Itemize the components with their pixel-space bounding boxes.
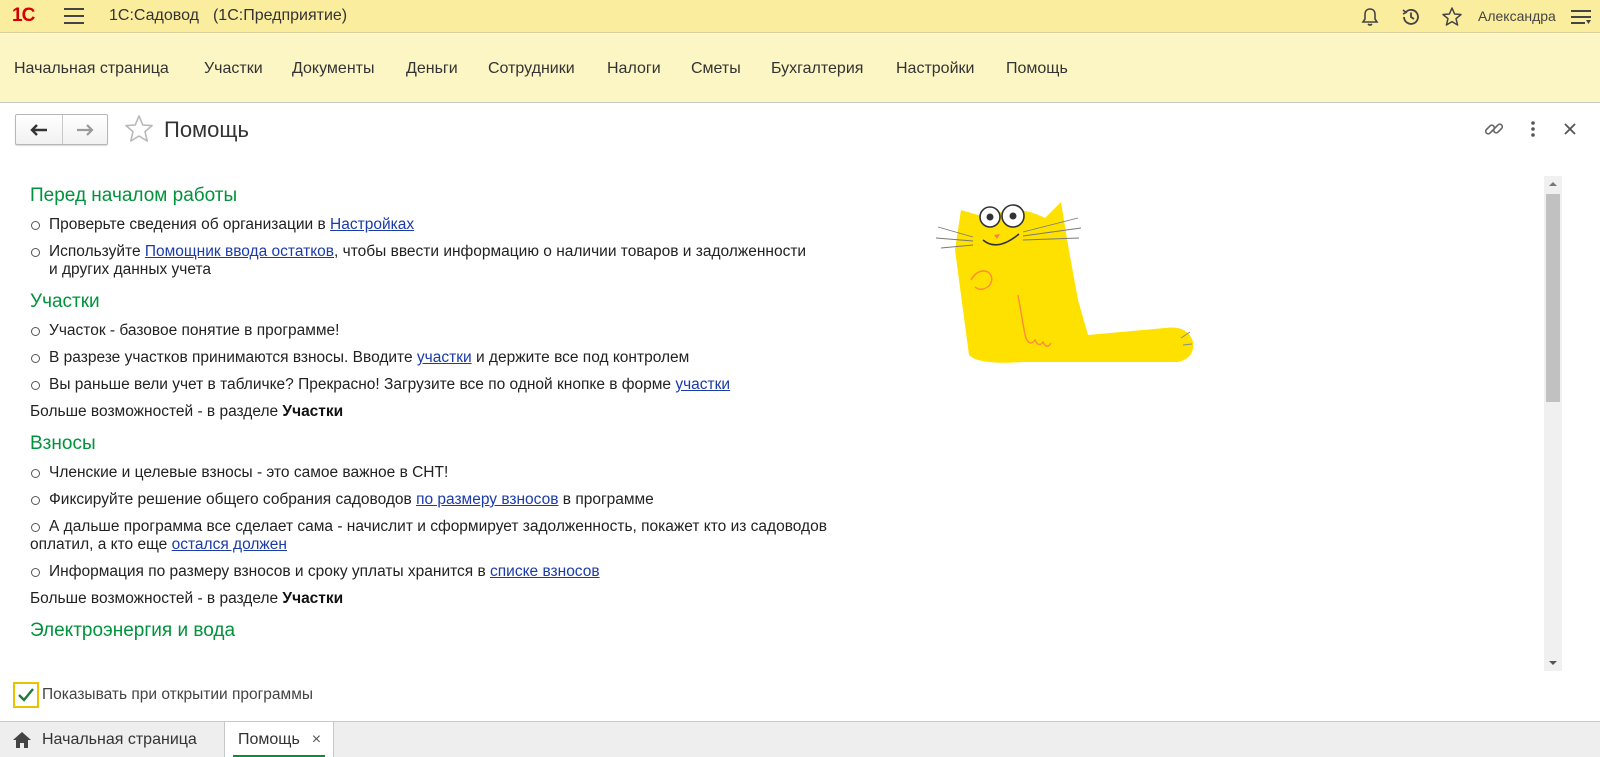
section-money[interactable]: Деньги <box>406 60 458 78</box>
fees-list: Членские и целевые взносы - это самое ва… <box>30 464 900 581</box>
more-section-name: Участки <box>282 590 344 607</box>
list-item-text: В разрезе участков принимаются взносы. В… <box>49 349 417 366</box>
section-taxes[interactable]: Налоги <box>607 60 661 78</box>
heading-getting-started: Перед началом работы <box>30 185 238 206</box>
list-item-text: Используйте <box>49 243 145 260</box>
user-name[interactable]: Александра <box>1478 8 1556 24</box>
more-text: Больше возможностей - в разделе <box>30 590 283 607</box>
getting-started-list: Проверьте сведения об организации в Наст… <box>30 216 900 279</box>
content-scrollbar[interactable] <box>1544 176 1562 671</box>
list-item: Вы раньше вели учет в табличке? Прекрасн… <box>30 376 900 394</box>
list-item-text: , чтобы ввести информацию о наличии това… <box>334 243 807 260</box>
open-windows-bar: Начальная страница Помощь × <box>0 721 1600 757</box>
more-fees-text: Больше возможностей - в разделе Участки <box>30 590 900 608</box>
sections-panel: Начальная страница Участки Документы Ден… <box>0 34 1600 103</box>
scroll-thumb[interactable] <box>1546 194 1560 402</box>
balance-wizard-link[interactable]: Помощник ввода остатков <box>145 243 334 260</box>
back-button[interactable] <box>16 115 62 144</box>
list-item-text: Вы раньше вели учет в табличке? Прекрасн… <box>49 376 676 393</box>
fee-size-link[interactable]: по размеру взносов <box>416 491 558 508</box>
list-item: Членские и целевые взносы - это самое ва… <box>30 464 900 482</box>
cat-illustration <box>935 202 1194 363</box>
tab-help[interactable]: Помощь × <box>225 722 334 757</box>
form-title: Помощь <box>164 117 249 142</box>
scroll-up-icon[interactable] <box>1544 176 1562 192</box>
main-menu-icon[interactable] <box>64 8 84 24</box>
section-accounting[interactable]: Бухгалтерия <box>771 60 863 78</box>
section-plots[interactable]: Участки <box>204 60 263 78</box>
list-item-text: и других данных учета <box>49 261 212 278</box>
navigation-buttons <box>15 114 108 145</box>
section-documents[interactable]: Документы <box>292 60 374 78</box>
list-item-text: Информация по размеру взносов и сроку уп… <box>49 563 491 580</box>
tab-home-label: Начальная страница <box>42 731 197 748</box>
section-help[interactable]: Помощь <box>1006 60 1068 78</box>
show-on-startup-checkbox[interactable] <box>13 682 39 708</box>
list-item: Участок - базовое понятие в программе! <box>30 322 900 340</box>
list-item-text: в программе <box>558 491 654 508</box>
list-item: Информация по размеру взносов и сроку уп… <box>30 563 900 581</box>
list-item-text: Фиксируйте решение общего собрания садов… <box>49 491 417 508</box>
title-bar: 1C 1С:Садовод (1С:Предприятие) Александра <box>0 0 1600 33</box>
section-estimates[interactable]: Сметы <box>691 60 741 78</box>
heading-electricity-water: Электроэнергия и вода <box>30 620 236 641</box>
show-on-startup-label: Показывать при открытии программы <box>42 686 314 703</box>
list-item-text: А дальше программа все сделает сама - на… <box>49 518 827 535</box>
arrow-left-icon <box>30 123 47 136</box>
bell-icon[interactable] <box>1358 5 1382 29</box>
home-icon <box>13 732 31 748</box>
debt-link[interactable]: остался должен <box>172 536 287 553</box>
link-icon[interactable] <box>1482 117 1506 141</box>
section-settings[interactable]: Настройки <box>896 60 974 78</box>
plots-list: Участок - базовое понятие в программе! В… <box>30 322 900 394</box>
fees-list-link[interactable]: списке взносов <box>490 563 600 580</box>
tab-close-icon[interactable]: × <box>312 731 321 749</box>
help-content: Перед началом работы Проверьте сведения … <box>30 185 900 642</box>
arrow-right-icon <box>76 123 94 136</box>
list-item: Проверьте сведения об организации в Наст… <box>30 216 900 234</box>
more-section-name: Участки <box>282 403 344 420</box>
scroll-down-icon[interactable] <box>1544 655 1562 671</box>
more-text: Больше возможностей - в разделе <box>30 403 283 420</box>
tab-help-label: Помощь <box>238 731 300 748</box>
history-icon[interactable] <box>1399 5 1423 29</box>
list-item-text: и держите все под контролем <box>471 349 690 366</box>
plots-form-link[interactable]: участки <box>675 376 730 393</box>
list-item-text: оплатил, а кто еще <box>30 536 172 553</box>
platform-name: (1С:Предприятие) <box>212 7 348 24</box>
show-on-startup-option[interactable]: Показывать при открытии программы <box>13 682 313 708</box>
app-name: 1С:Садовод <box>109 7 199 24</box>
app-title: 1С:Садовод (1С:Предприятие) <box>109 7 347 25</box>
more-plots-text: Больше возможностей - в разделе Участки <box>30 403 900 421</box>
favorites-star-icon[interactable] <box>1440 5 1464 29</box>
list-item-text: Проверьте сведения об организации в <box>49 216 331 233</box>
list-item: А дальше программа все сделает сама - на… <box>30 518 900 554</box>
plots-link[interactable]: участки <box>417 349 472 366</box>
settings-menu-icon[interactable] <box>1569 5 1593 29</box>
logo-text: 1C <box>12 5 35 26</box>
tab-home[interactable]: Начальная страница <box>0 722 225 757</box>
more-actions-icon[interactable] <box>1521 117 1545 141</box>
list-item: Используйте Помощник ввода остатков, что… <box>30 243 900 279</box>
list-item: Фиксируйте решение общего собрания садов… <box>30 491 900 509</box>
heading-plots: Участки <box>30 291 100 312</box>
forward-button[interactable] <box>61 115 108 144</box>
settings-link[interactable]: Настройках <box>330 216 414 233</box>
list-item: В разрезе участков принимаются взносы. В… <box>30 349 900 367</box>
section-home[interactable]: Начальная страница <box>14 60 169 78</box>
heading-fees: Взносы <box>30 433 96 454</box>
checkmark-icon <box>18 688 34 702</box>
1c-logo: 1C <box>12 5 35 27</box>
app-window: 1C 1С:Садовод (1С:Предприятие) Александра… <box>0 0 1600 757</box>
add-favorite-star-icon[interactable] <box>123 114 155 144</box>
close-form-icon[interactable] <box>1558 117 1582 141</box>
section-employees[interactable]: Сотрудники <box>488 60 575 78</box>
